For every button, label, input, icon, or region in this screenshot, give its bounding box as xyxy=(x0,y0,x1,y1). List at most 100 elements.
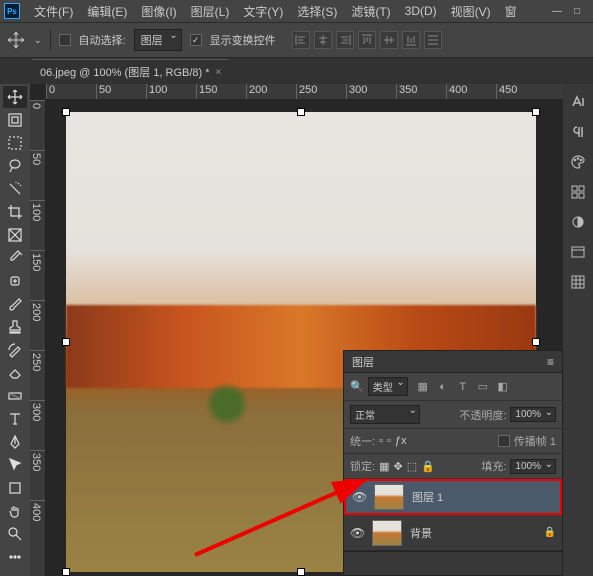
dropdown-caret-icon[interactable]: ⌄ xyxy=(34,35,42,46)
healing-tool[interactable] xyxy=(3,270,27,292)
menu-type[interactable]: 文字(Y) xyxy=(237,1,289,22)
menu-edit[interactable]: 编辑(E) xyxy=(81,1,133,22)
grid-panel-icon[interactable] xyxy=(568,272,588,292)
transform-handle[interactable] xyxy=(62,108,70,116)
document-tab[interactable]: 06.jpeg @ 100% (图层 1, RGB/8) * × xyxy=(32,59,229,84)
menu-image[interactable]: 图像(I) xyxy=(135,1,182,22)
shape-tool[interactable] xyxy=(3,477,27,499)
visibility-toggle-icon[interactable]: 👁 xyxy=(350,526,364,540)
transform-handle[interactable] xyxy=(62,338,70,346)
fill-value[interactable]: 100% xyxy=(510,459,556,474)
menu-filter[interactable]: 滤镜(T) xyxy=(345,1,396,22)
magic-wand-tool[interactable] xyxy=(3,178,27,200)
adjustments-panel-icon[interactable] xyxy=(568,212,588,232)
filter-smart-icon[interactable]: ◧ xyxy=(496,380,510,394)
document-tab-title: 06.jpeg @ 100% (图层 1, RGB/8) * xyxy=(40,64,210,80)
lock-pixels-icon[interactable]: ▦ xyxy=(379,460,389,473)
visibility-toggle-icon[interactable]: 👁 xyxy=(352,490,366,504)
menu-window[interactable]: 窗 xyxy=(499,1,523,22)
frame-tool[interactable] xyxy=(3,224,27,246)
layer-name[interactable]: 背景 xyxy=(410,525,432,541)
layers-panel-title: 图层 xyxy=(352,354,374,370)
color-panel-icon[interactable] xyxy=(568,152,588,172)
type-tool[interactable] xyxy=(3,408,27,430)
transform-handle[interactable] xyxy=(532,338,540,346)
brush-tool[interactable] xyxy=(3,293,27,315)
transform-handle[interactable] xyxy=(297,568,305,576)
menu-bar: Ps 文件(F) 编辑(E) 图像(I) 图层(L) 文字(Y) 选择(S) 滤… xyxy=(0,0,593,22)
lock-all-icon[interactable]: 🔒 xyxy=(421,460,435,473)
distribute-icon[interactable] xyxy=(424,31,442,49)
crop-tool[interactable] xyxy=(3,201,27,223)
swatches-panel-icon[interactable] xyxy=(568,182,588,202)
align-center-h-icon[interactable] xyxy=(314,31,332,49)
marquee-tool[interactable] xyxy=(3,132,27,154)
options-bar: ⌄ 自动选择: 图层 显示变换控件 xyxy=(0,22,593,58)
edit-toolbar[interactable] xyxy=(3,546,27,568)
layer-thumbnail[interactable] xyxy=(372,520,402,546)
eyedropper-tool[interactable] xyxy=(3,247,27,269)
menu-view[interactable]: 视图(V) xyxy=(445,1,497,22)
align-center-v-icon[interactable] xyxy=(380,31,398,49)
artboard-tool[interactable] xyxy=(3,109,27,131)
propagate-checkbox[interactable] xyxy=(498,435,510,447)
menu-layer[interactable]: 图层(L) xyxy=(185,1,236,22)
auto-select-checkbox[interactable] xyxy=(59,34,71,46)
move-tool[interactable] xyxy=(3,86,27,108)
pen-tool[interactable] xyxy=(3,431,27,453)
layer-item-selected[interactable]: 👁 图层 1 xyxy=(344,479,562,515)
minimize-button[interactable]: — xyxy=(551,5,563,17)
layer-name[interactable]: 图层 1 xyxy=(412,489,443,505)
lock-artboard-icon[interactable]: ⬚ xyxy=(407,460,417,473)
unify-position-icon[interactable]: ▫ xyxy=(379,435,383,447)
filter-pixel-icon[interactable]: ▦ xyxy=(416,380,430,394)
filter-type-icon[interactable]: T xyxy=(456,380,470,394)
history-brush-tool[interactable] xyxy=(3,339,27,361)
menu-select[interactable]: 选择(S) xyxy=(291,1,343,22)
libraries-panel-icon[interactable] xyxy=(568,242,588,262)
layer-list: 👁 图层 1 👁 背景 🔒 xyxy=(344,479,562,551)
show-transform-checkbox[interactable] xyxy=(190,34,202,46)
transform-handle[interactable] xyxy=(62,568,70,576)
filter-adjust-icon[interactable]: ◐ xyxy=(436,380,450,394)
align-right-icon[interactable] xyxy=(336,31,354,49)
blend-mode-dropdown[interactable]: 正常 xyxy=(350,405,420,424)
align-left-icon[interactable] xyxy=(292,31,310,49)
paragraph-panel-icon[interactable] xyxy=(568,122,588,142)
lock-icon: 🔒 xyxy=(544,527,556,538)
zoom-tool[interactable] xyxy=(3,523,27,545)
layer-item[interactable]: 👁 背景 🔒 xyxy=(344,515,562,551)
fill-label: 填充: xyxy=(481,458,506,474)
layer-thumbnail[interactable] xyxy=(374,484,404,510)
layer-filter-dropdown[interactable]: 类型 xyxy=(368,377,408,396)
auto-select-dropdown[interactable]: 图层 xyxy=(134,29,182,51)
gradient-tool[interactable] xyxy=(3,385,27,407)
search-icon[interactable]: 🔍 xyxy=(350,380,364,393)
stamp-tool[interactable] xyxy=(3,316,27,338)
opacity-value[interactable]: 100% xyxy=(510,407,556,422)
align-bottom-icon[interactable] xyxy=(402,31,420,49)
show-transform-label: 显示变换控件 xyxy=(210,32,276,48)
menu-3d[interactable]: 3D(D) xyxy=(399,2,443,20)
transform-handle[interactable] xyxy=(532,108,540,116)
lock-position-icon[interactable]: ✥ xyxy=(393,460,402,473)
menu-file[interactable]: 文件(F) xyxy=(28,1,79,22)
propagate-label: 传播帧 1 xyxy=(514,433,556,449)
hand-tool[interactable] xyxy=(3,500,27,522)
panel-menu-icon[interactable]: ≡ xyxy=(547,355,554,369)
maximize-button[interactable]: □ xyxy=(571,5,583,17)
unify-label: 统一: xyxy=(350,433,375,449)
eraser-tool[interactable] xyxy=(3,362,27,384)
unify-style-icon[interactable]: ƒx xyxy=(395,435,407,447)
lock-label: 锁定: xyxy=(350,458,375,474)
vertical-ruler: 050100150200250300350400 xyxy=(30,100,46,576)
character-panel-icon[interactable] xyxy=(568,92,588,112)
layers-panel-header[interactable]: 图层 ≡ xyxy=(344,351,562,373)
filter-shape-icon[interactable]: ▭ xyxy=(476,380,490,394)
align-top-icon[interactable] xyxy=(358,31,376,49)
lasso-tool[interactable] xyxy=(3,155,27,177)
close-tab-icon[interactable]: × xyxy=(216,67,222,78)
transform-handle[interactable] xyxy=(297,108,305,116)
unify-visibility-icon[interactable]: ▫ xyxy=(387,435,391,447)
path-select-tool[interactable] xyxy=(3,454,27,476)
